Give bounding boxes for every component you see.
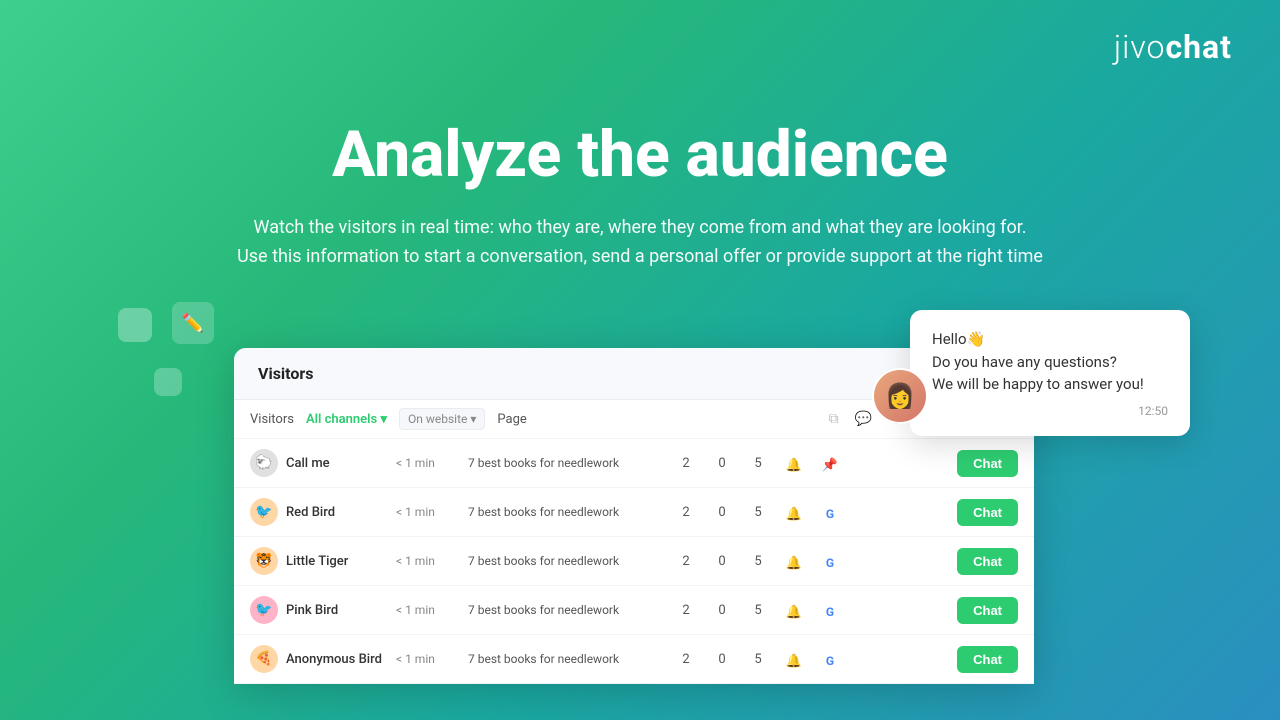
table-row: 🍕 Anonymous Bird < 1 min 7 best books fo… <box>234 635 1034 684</box>
deco-icon-square <box>118 308 152 342</box>
visitor-count-1: 2 <box>668 456 704 471</box>
visitor-source-icon: G <box>812 552 848 571</box>
visitor-time: < 1 min <box>396 456 468 470</box>
chat-line2: Do you have any questions? <box>932 353 1117 371</box>
visitor-count-2: 0 <box>704 456 740 471</box>
visitor-name: Anonymous Bird <box>286 652 396 667</box>
table-row: 🐦 Pink Bird < 1 min 7 best books for nee… <box>234 586 1034 635</box>
source-google-icon: G <box>826 556 834 570</box>
visitor-avatar: 🐦 <box>250 498 286 526</box>
visitor-count-1: 2 <box>668 505 704 520</box>
filter-on-website-dropdown[interactable]: On website ▾ <box>399 408 485 430</box>
chat-button[interactable]: Chat <box>957 646 1018 673</box>
chat-line3: We will be happy to answer you! <box>932 375 1144 393</box>
visitor-count-2: 0 <box>704 554 740 569</box>
visitor-avatar: 🐑 <box>250 449 286 477</box>
visitor-name: Red Bird <box>286 505 396 520</box>
table-row: 🐦 Red Bird < 1 min 7 best books for need… <box>234 488 1034 537</box>
logo: jivochat <box>1114 28 1232 66</box>
visitor-count-1: 2 <box>668 554 704 569</box>
logo-jivo: jivo <box>1114 28 1166 66</box>
visitor-page: 7 best books for needlework <box>468 652 668 666</box>
visitor-page: 7 best books for needlework <box>468 505 668 519</box>
visitor-name: Call me <box>286 456 396 471</box>
filter-visitors-label: Visitors <box>250 412 294 427</box>
visitor-count-3: 5 <box>740 652 776 667</box>
logo-chat: chat <box>1165 28 1232 66</box>
chat-button[interactable]: Chat <box>957 597 1018 624</box>
table-icon-copy: ⧉ <box>829 411 839 427</box>
source-pin-icon: 📌 <box>822 458 838 473</box>
visitor-count-3: 5 <box>740 603 776 618</box>
chat-action[interactable]: Chat <box>938 597 1018 624</box>
visitor-avatar: 🍕 <box>250 645 286 673</box>
source-google-icon: G <box>826 605 834 619</box>
chat-button[interactable]: Chat <box>957 499 1018 526</box>
chat-button[interactable]: Chat <box>957 548 1018 575</box>
chat-button[interactable]: Chat <box>957 450 1018 477</box>
visitor-name: Little Tiger <box>286 554 396 569</box>
source-google-icon: G <box>826 654 834 668</box>
visitor-count-2: 0 <box>704 505 740 520</box>
visitor-count-2: 0 <box>704 652 740 667</box>
visitor-time: < 1 min <box>396 603 468 617</box>
visitor-page: 7 best books for needlework <box>468 456 668 470</box>
visitor-time: < 1 min <box>396 652 468 666</box>
chat-bubble-text: Hello👋 Do you have any questions? We wil… <box>932 328 1168 396</box>
chat-action[interactable]: Chat <box>938 646 1018 673</box>
visitor-count-3: 5 <box>740 554 776 569</box>
hero-subtitle-line1: Watch the visitors in real time: who the… <box>254 217 1027 238</box>
visitors-table: 🐑 Call me < 1 min 7 best books for needl… <box>234 439 1034 684</box>
table-row: 🐑 Call me < 1 min 7 best books for needl… <box>234 439 1034 488</box>
visitor-source-icon: 📌 <box>812 454 848 473</box>
hero-subtitle-line2: Use this information to start a conversa… <box>237 246 1043 267</box>
chat-bubble-time: 12:50 <box>932 404 1168 418</box>
filter-channel-badge[interactable]: All channels ▾ <box>306 412 387 427</box>
source-google-icon: G <box>826 507 834 521</box>
visitor-count-1: 2 <box>668 603 704 618</box>
hero-subtitle: Watch the visitors in real time: who the… <box>190 214 1090 272</box>
visitor-name: Pink Bird <box>286 603 396 618</box>
visitor-source-icon: G <box>812 601 848 620</box>
visitor-avatar-large: 👩 <box>872 368 928 424</box>
hero-section: Analyze the audience Watch the visitors … <box>0 0 1280 272</box>
visitor-count-2: 0 <box>704 603 740 618</box>
chat-line1: Hello👋 <box>932 330 985 348</box>
chat-action[interactable]: Chat <box>938 548 1018 575</box>
visitor-count-1: 2 <box>668 652 704 667</box>
visitor-source-icon: G <box>812 650 848 669</box>
visitor-flag-icon: 🔔 <box>776 650 812 669</box>
filter-page-label: Page <box>497 412 526 427</box>
deco-icon-chat <box>154 368 182 396</box>
visitor-flag-icon: 🔔 <box>776 454 812 473</box>
visitor-flag-icon: 🔔 <box>776 601 812 620</box>
hero-title: Analyze the audience <box>0 120 1280 190</box>
table-icon-chat: 💬 <box>855 411 872 427</box>
chat-action[interactable]: Chat <box>938 450 1018 477</box>
visitor-avatar: 🐯 <box>250 547 286 575</box>
chat-action[interactable]: Chat <box>938 499 1018 526</box>
visitor-flag-icon: 🔔 <box>776 503 812 522</box>
visitor-page: 7 best books for needlework <box>468 554 668 568</box>
visitor-time: < 1 min <box>396 505 468 519</box>
visitor-page: 7 best books for needlework <box>468 603 668 617</box>
deco-icon-pencil: ✏️ <box>172 302 214 344</box>
visitor-flag-icon: 🔔 <box>776 552 812 571</box>
chat-bubble: Hello👋 Do you have any questions? We wil… <box>910 310 1190 436</box>
visitor-avatar: 🐦 <box>250 596 286 624</box>
visitor-source-icon: G <box>812 503 848 522</box>
visitor-time: < 1 min <box>396 554 468 568</box>
visitor-count-3: 5 <box>740 456 776 471</box>
table-row: 🐯 Little Tiger < 1 min 7 best books for … <box>234 537 1034 586</box>
visitor-count-3: 5 <box>740 505 776 520</box>
